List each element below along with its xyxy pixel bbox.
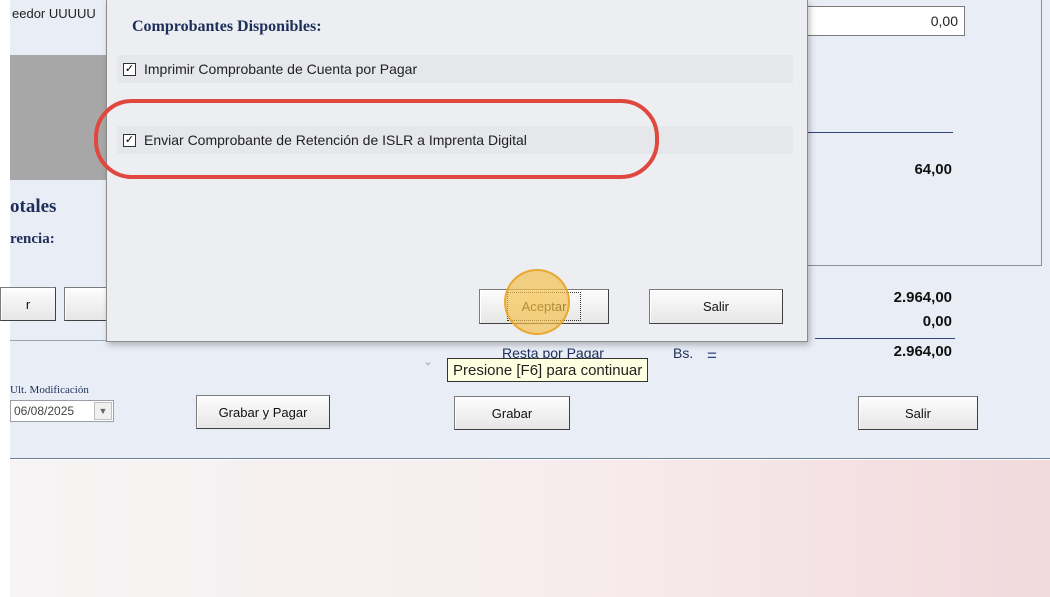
ult-mod-label: Ult. Modificación (10, 384, 89, 396)
total-value-a: 2.964,00 (893, 289, 952, 306)
salir-dialog-button[interactable]: Salir (649, 289, 783, 324)
left-button-1[interactable]: r (0, 287, 56, 321)
aceptar-button[interactable]: Aceptar (479, 289, 609, 324)
totales-heading: otales (10, 196, 57, 217)
checkbox-imprimir[interactable]: ✓ (123, 62, 136, 76)
dialog-heading: Comprobantes Disponibles: (132, 18, 322, 35)
option-label-1: Imprimir Comprobante de Cuenta por Pagar (144, 61, 418, 77)
grabar-button[interactable]: Grabar (454, 396, 570, 430)
checkbox-enviar[interactable]: ✓ (123, 133, 136, 147)
date-dropdown-icon[interactable]: ▼ (94, 402, 112, 420)
diferencia-label: rencia: (10, 231, 55, 247)
equals-sign: = (707, 346, 717, 365)
grabar-y-pagar-button[interactable]: Grabar y Pagar (196, 395, 330, 429)
total-64: 64,00 (914, 161, 952, 178)
total-value-b: 0,00 (922, 313, 952, 330)
divider-line (808, 132, 953, 133)
ult-mod-date-field[interactable]: 06/08/2025 ▼ (10, 400, 114, 422)
desktop-background (10, 460, 1050, 597)
option-label-2: Enviar Comprobante de Retención de ISLR … (144, 132, 527, 148)
salir-button[interactable]: Salir (858, 396, 978, 430)
proveedor-label: eedor UUUUU (12, 6, 96, 21)
option-row-2[interactable]: ✓ Enviar Comprobante de Retención de ISL… (117, 126, 793, 154)
dropdown-arrow-icon[interactable]: ⌄ (421, 352, 435, 370)
currency-label: Bs. (673, 345, 694, 361)
f6-tooltip: Presione [F6] para continuar (447, 358, 649, 382)
gray-panel (10, 55, 106, 180)
totals-divider (815, 338, 955, 339)
totals-frame (793, 0, 1042, 266)
option-row-1[interactable]: ✓ Imprimir Comprobante de Cuenta por Pag… (117, 55, 793, 83)
total-value-c: 2.964,00 (893, 343, 952, 360)
comprobantes-dialog: Comprobantes Disponibles: ✓ Imprimir Com… (106, 0, 808, 342)
